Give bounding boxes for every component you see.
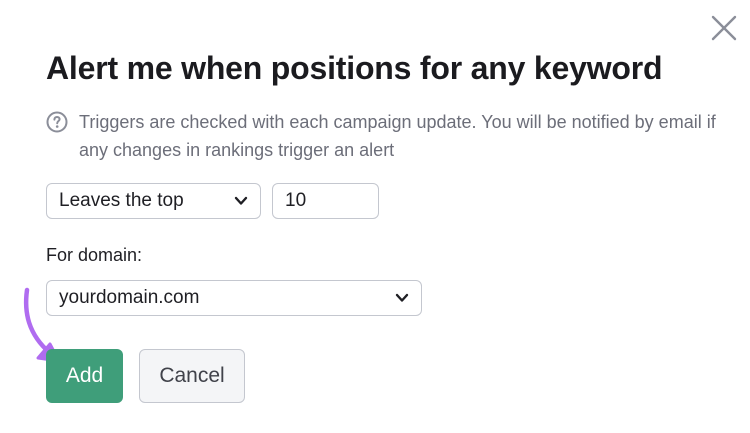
condition-select-value: Leaves the top	[59, 190, 184, 211]
chevron-down-icon	[395, 292, 409, 304]
info-text: Triggers are checked with each campaign …	[79, 112, 716, 160]
condition-select[interactable]: Leaves the top	[46, 183, 261, 219]
chevron-down-icon	[234, 195, 248, 207]
domain-select[interactable]: yourdomain.com	[46, 280, 422, 316]
close-icon	[711, 15, 737, 41]
position-threshold-input[interactable]	[272, 183, 379, 219]
domain-select-value: yourdomain.com	[59, 287, 200, 308]
question-circle-icon	[46, 111, 68, 133]
cancel-button[interactable]: Cancel	[139, 349, 245, 403]
add-button[interactable]: Add	[46, 349, 123, 403]
close-button[interactable]	[708, 12, 740, 44]
domain-label: For domain:	[46, 245, 143, 265]
dialog-title: Alert me when positions for any keyword	[46, 50, 663, 86]
